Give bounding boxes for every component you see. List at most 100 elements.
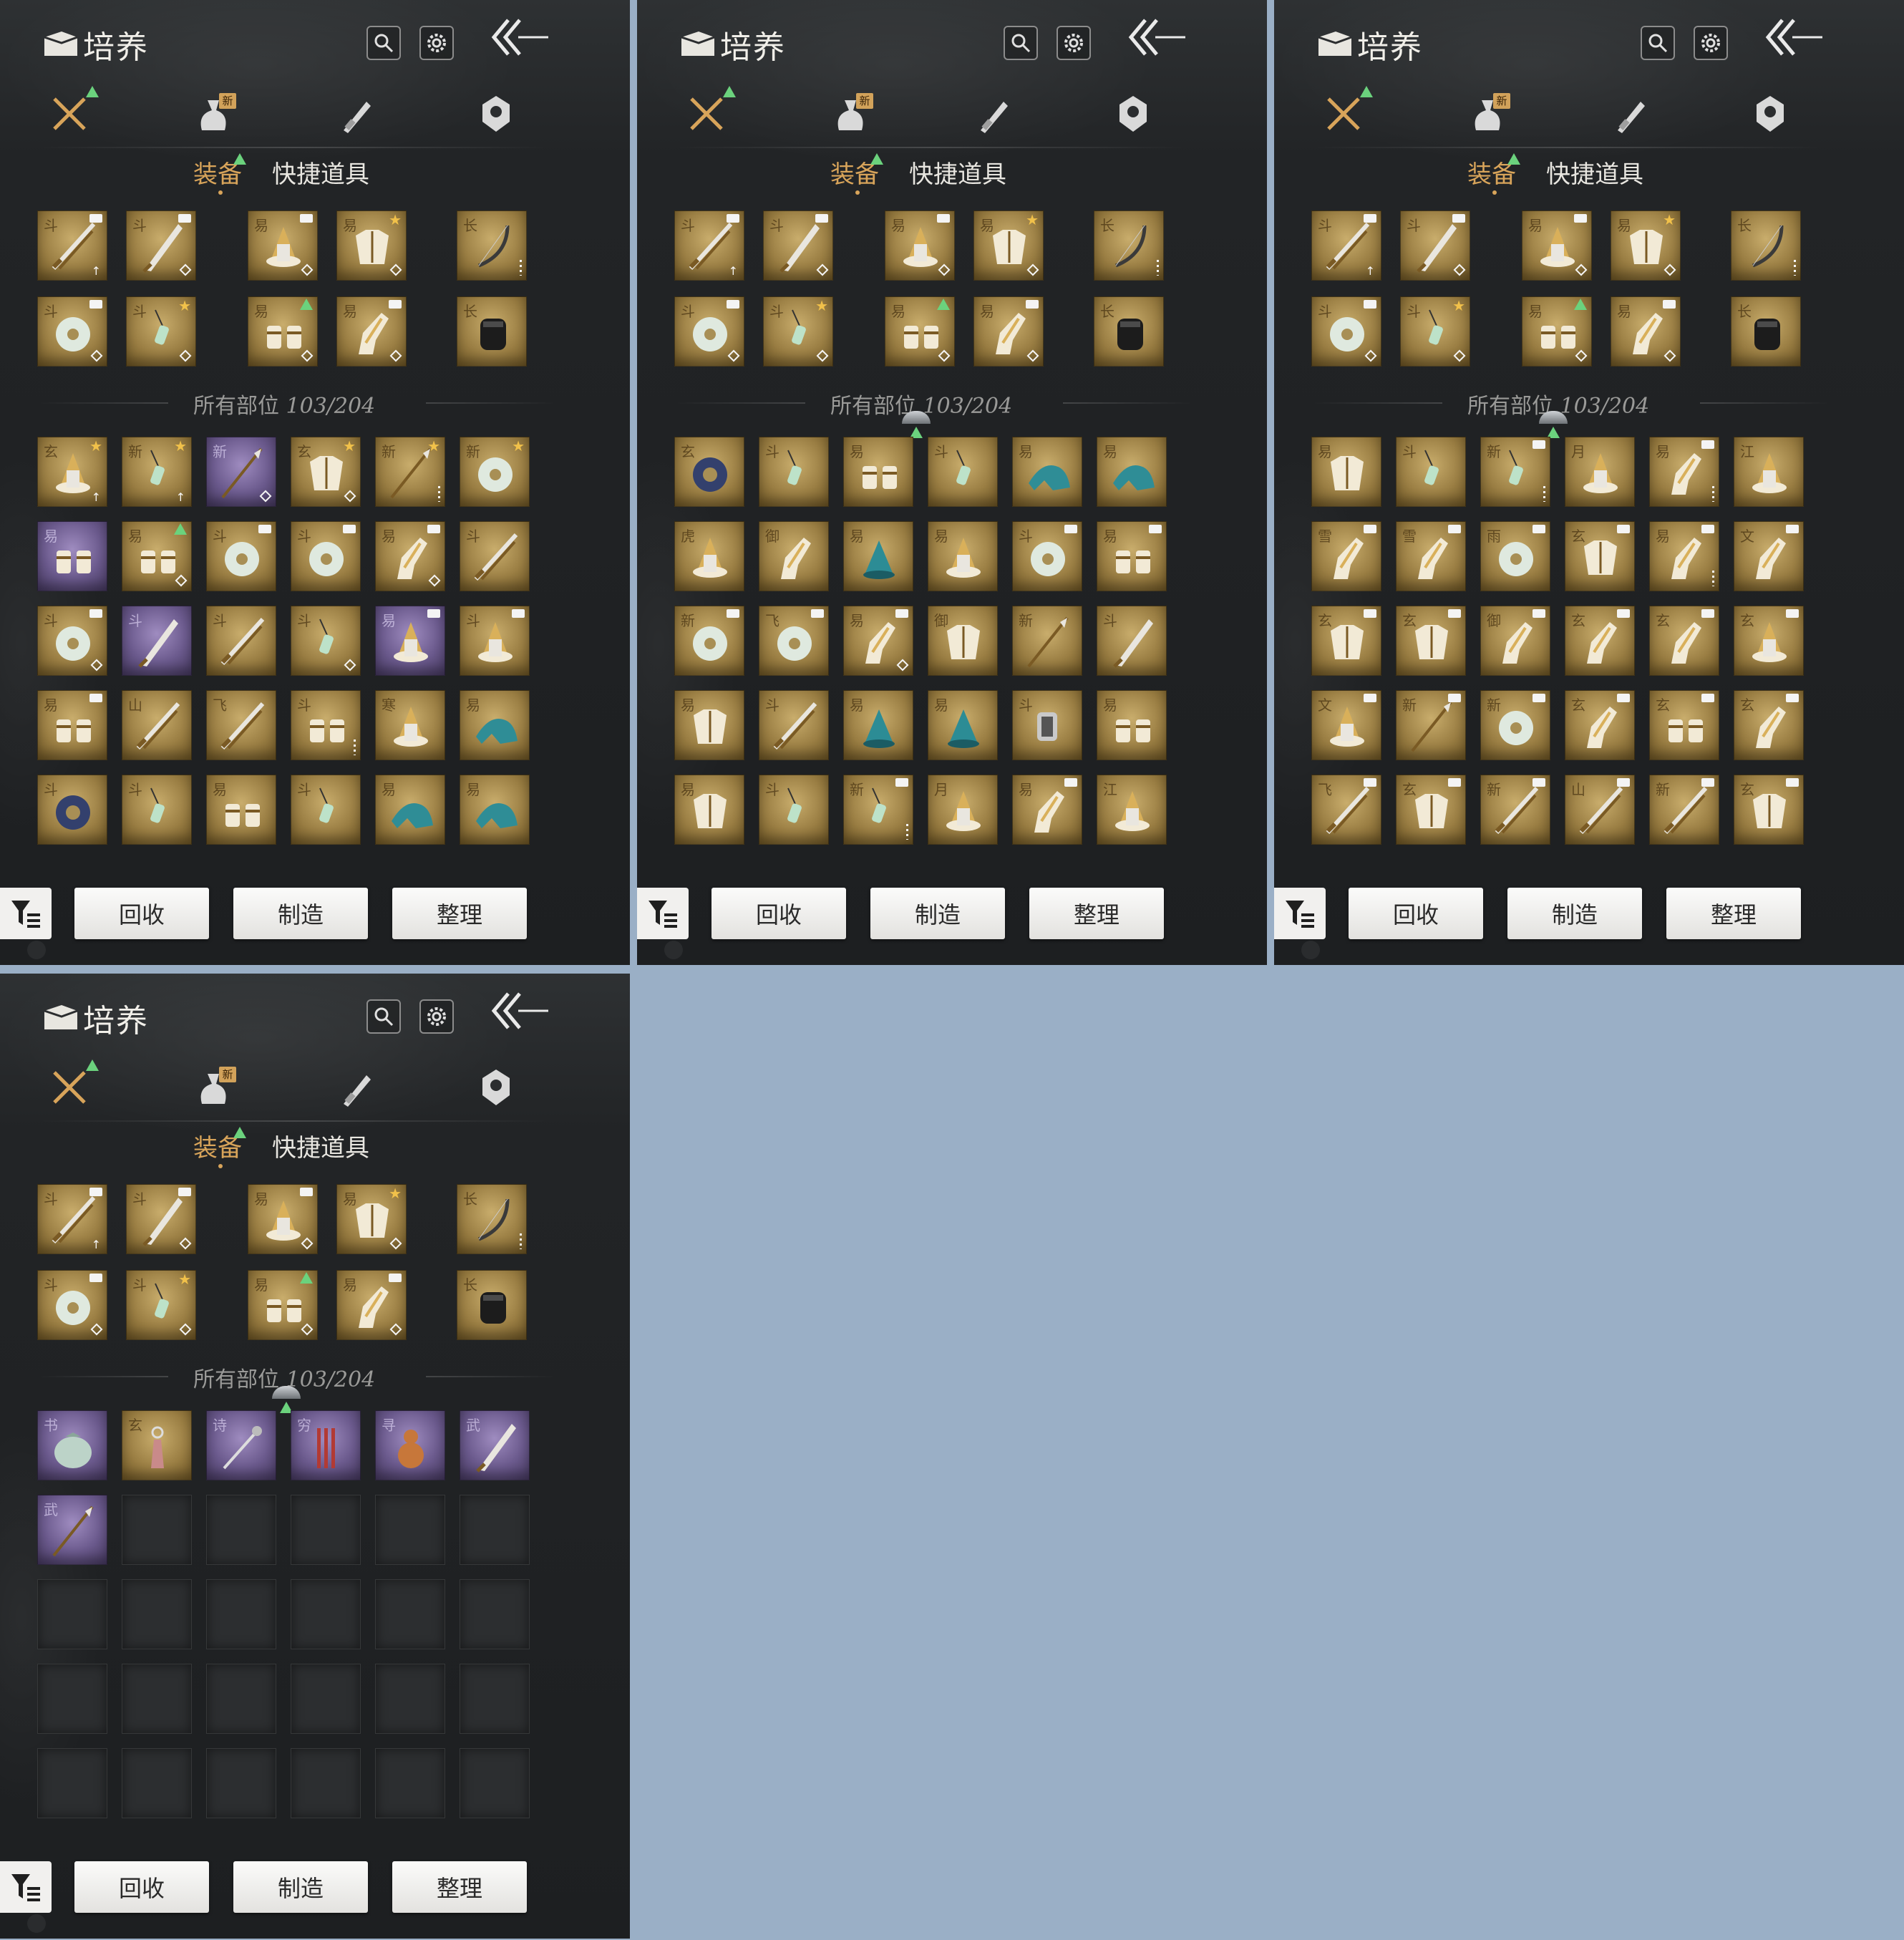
empty-slot[interactable] [460, 1664, 530, 1734]
item-slot[interactable]: 斗 [1012, 690, 1082, 760]
item-slot[interactable]: 武 [37, 1495, 107, 1565]
category-tab-1[interactable]: 新 [825, 89, 875, 139]
empty-slot[interactable] [37, 1579, 107, 1649]
back-button[interactable] [1124, 16, 1188, 59]
item-slot[interactable]: 斗 [37, 1270, 107, 1340]
recycle-button[interactable]: 回收 [74, 1861, 209, 1913]
back-button[interactable] [1761, 16, 1825, 59]
item-slot[interactable]: 新 ★ [460, 437, 530, 507]
category-tab-3[interactable] [471, 89, 521, 139]
item-slot[interactable]: 易 [885, 210, 955, 281]
item-slot[interactable]: 山 [122, 690, 192, 760]
item-slot[interactable]: 斗 ↑ [37, 210, 107, 281]
item-slot[interactable]: 新 ★ ↑ [122, 437, 192, 507]
item-slot[interactable]: 易 [1649, 521, 1719, 591]
item-slot[interactable]: 新 [843, 775, 913, 845]
item-slot[interactable]: 斗 [206, 606, 276, 676]
item-slot[interactable]: 易 ★ [1611, 210, 1681, 281]
item-slot[interactable]: 新 [1012, 606, 1082, 676]
item-slot[interactable]: 飞 [206, 690, 276, 760]
empty-slot[interactable] [375, 1579, 445, 1649]
empty-slot[interactable] [460, 1579, 530, 1649]
item-slot[interactable]: 斗 [1311, 296, 1381, 367]
item-slot[interactable]: 新 [1649, 775, 1719, 845]
tab-quick-items[interactable]: 快捷道具 [272, 155, 369, 190]
item-slot[interactable]: 新 [206, 437, 276, 507]
settings-button[interactable] [419, 26, 454, 60]
empty-slot[interactable] [291, 1748, 361, 1818]
empty-slot[interactable] [122, 1664, 192, 1734]
empty-slot[interactable] [291, 1495, 361, 1565]
item-slot[interactable]: 新 ★ [375, 437, 445, 507]
item-slot[interactable]: 长 [457, 1184, 527, 1254]
empty-slot[interactable] [460, 1495, 530, 1565]
item-slot[interactable]: 易 [674, 690, 744, 760]
empty-slot[interactable] [206, 1495, 276, 1565]
item-slot[interactable]: 飞 [1311, 775, 1381, 845]
category-tab-0[interactable] [44, 1059, 99, 1112]
item-slot[interactable]: 斗 [291, 775, 361, 845]
item-slot[interactable]: 雪 [1396, 521, 1466, 591]
filter-button[interactable] [0, 1861, 52, 1913]
item-slot[interactable]: 斗 [37, 775, 107, 845]
item-slot[interactable]: 易 [336, 296, 407, 367]
item-slot[interactable]: 易 [248, 296, 318, 367]
item-slot[interactable]: 玄 [1396, 606, 1466, 676]
empty-slot[interactable] [206, 1748, 276, 1818]
item-slot[interactable]: 诗 [206, 1410, 276, 1480]
empty-slot[interactable] [291, 1579, 361, 1649]
item-slot[interactable]: 新 [1480, 775, 1550, 845]
item-slot[interactable]: 山 [1565, 775, 1635, 845]
empty-slot[interactable] [37, 1748, 107, 1818]
item-slot[interactable]: 斗 ★ [1400, 296, 1470, 367]
sort-button[interactable]: 整理 [1029, 888, 1164, 939]
item-slot[interactable]: 斗 [291, 521, 361, 591]
item-slot[interactable]: 玄 [1734, 606, 1804, 676]
item-slot[interactable]: 玄 [674, 437, 744, 507]
category-tab-3[interactable] [471, 1062, 521, 1112]
item-slot[interactable]: 长 [1094, 296, 1164, 367]
item-slot[interactable]: 易 [843, 606, 913, 676]
item-slot[interactable]: 斗 ↑ [674, 210, 744, 281]
item-slot[interactable]: 易 [206, 775, 276, 845]
item-slot[interactable]: 江 [1097, 775, 1167, 845]
item-slot[interactable]: 易 [1012, 775, 1082, 845]
item-slot[interactable]: 长 [457, 210, 527, 281]
item-slot[interactable]: 长 [1094, 210, 1164, 281]
item-slot[interactable]: 穷 [291, 1410, 361, 1480]
category-tab-3[interactable] [1108, 89, 1158, 139]
item-slot[interactable]: 易 [1522, 210, 1592, 281]
empty-slot[interactable] [206, 1579, 276, 1649]
item-slot[interactable]: 斗 [763, 210, 833, 281]
item-slot[interactable]: 易 [248, 210, 318, 281]
item-slot[interactable]: 斗 [759, 437, 829, 507]
item-slot[interactable]: 易 [1097, 437, 1167, 507]
item-slot[interactable]: 玄 [1565, 606, 1635, 676]
recycle-button[interactable]: 回收 [1349, 888, 1483, 939]
item-slot[interactable]: 寻 [375, 1410, 445, 1480]
item-slot[interactable]: 易 [248, 1270, 318, 1340]
item-slot[interactable]: 斗 [460, 521, 530, 591]
item-slot[interactable]: 斗 [122, 775, 192, 845]
empty-slot[interactable] [375, 1664, 445, 1734]
category-tab-2[interactable] [331, 1062, 381, 1112]
item-slot[interactable]: 易 [973, 296, 1044, 367]
category-tab-2[interactable] [331, 89, 381, 139]
item-slot[interactable]: 易 [375, 606, 445, 676]
recycle-button[interactable]: 回收 [711, 888, 846, 939]
craft-button[interactable]: 制造 [233, 1861, 368, 1913]
item-slot[interactable]: 新 [1480, 690, 1550, 760]
category-tab-3[interactable] [1745, 89, 1795, 139]
item-slot[interactable]: 新 [674, 606, 744, 676]
item-slot[interactable]: 玄 [1565, 521, 1635, 591]
item-slot[interactable]: 斗 [759, 775, 829, 845]
item-slot[interactable]: 易 [885, 296, 955, 367]
empty-slot[interactable] [122, 1579, 192, 1649]
item-slot[interactable]: 易 ★ [336, 210, 407, 281]
item-slot[interactable]: 易 [37, 690, 107, 760]
settings-button[interactable] [1694, 26, 1728, 60]
item-slot[interactable]: 易 [460, 690, 530, 760]
item-slot[interactable]: 玄 [1565, 690, 1635, 760]
item-slot[interactable]: 易 [1012, 437, 1082, 507]
item-slot[interactable]: 易 [375, 775, 445, 845]
